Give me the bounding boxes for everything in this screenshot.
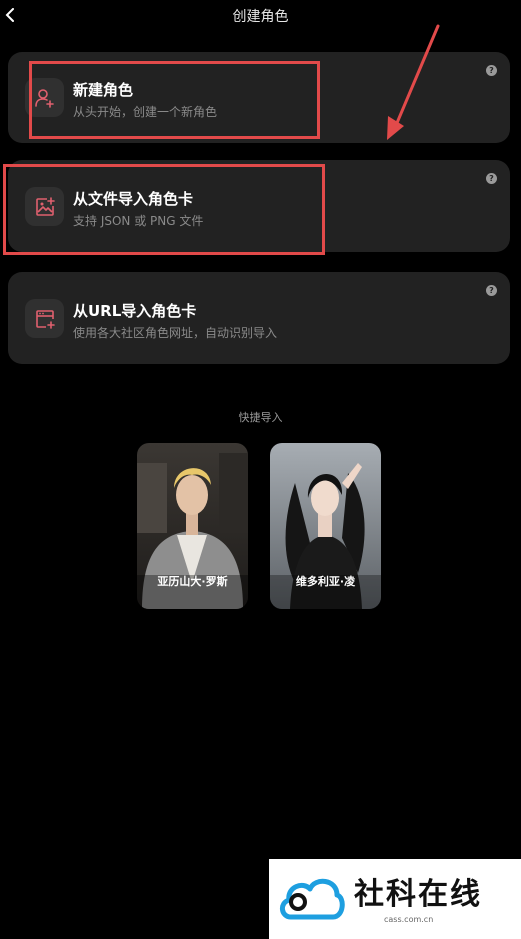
quick-import-card-victoria[interactable]: 维多利亚·凌 xyxy=(270,443,381,609)
create-character-page: 创建角色 新建角色 从头开始，创建一个新角色 ? 从文件导入角色卡 支持 JSO… xyxy=(0,0,521,939)
cloud-logo-icon xyxy=(280,878,345,920)
watermark-text: 社科在线 xyxy=(354,877,482,912)
import-url-subtitle: 使用各大社区角色网址，自动识别导入 xyxy=(73,326,278,340)
watermark-url: cass.com.cn xyxy=(384,915,434,924)
user-plus-icon xyxy=(34,88,54,108)
character-name: 亚历山大·罗斯 xyxy=(157,575,228,588)
import-url-icon-box xyxy=(25,299,64,338)
help-icon[interactable]: ? xyxy=(486,285,497,296)
character-name: 维多利亚·凌 xyxy=(295,575,356,588)
import-file-title: 从文件导入角色卡 xyxy=(73,190,194,208)
new-character-title: 新建角色 xyxy=(73,81,134,99)
new-character-subtitle: 从头开始，创建一个新角色 xyxy=(73,105,218,119)
import-file-subtitle: 支持 JSON 或 PNG 文件 xyxy=(73,214,204,228)
import-url-card[interactable]: 从URL导入角色卡 使用各大社区角色网址，自动识别导入 ? xyxy=(8,272,510,364)
new-character-icon-box xyxy=(25,78,64,117)
browser-plus-icon xyxy=(35,309,55,329)
watermark: 社科在线 cass.com.cn xyxy=(269,859,521,939)
import-url-title: 从URL导入角色卡 xyxy=(73,302,197,320)
import-file-icon-box xyxy=(25,187,64,226)
quick-import-card-alexander[interactable]: 亚历山大·罗斯 xyxy=(137,443,248,609)
import-file-card[interactable]: 从文件导入角色卡 支持 JSON 或 PNG 文件 ? xyxy=(8,160,510,252)
quick-import-label: 快捷导入 xyxy=(238,411,283,424)
image-plus-icon xyxy=(35,196,55,216)
help-icon[interactable]: ? xyxy=(486,173,497,184)
annotation-arrow-icon xyxy=(387,24,440,140)
help-icon[interactable]: ? xyxy=(486,65,497,76)
